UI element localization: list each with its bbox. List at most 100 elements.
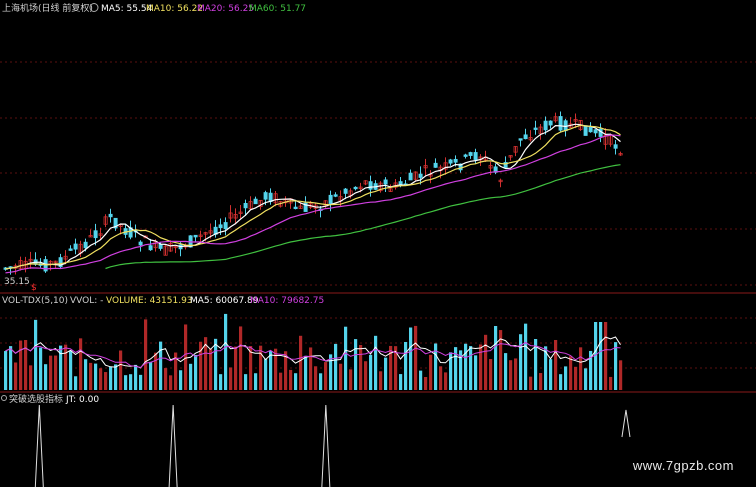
- volume-bar: [294, 373, 298, 390]
- candle-body: [223, 222, 228, 230]
- volume-bar: [439, 366, 443, 390]
- candle-body: [453, 158, 458, 163]
- volume-bar: [184, 324, 188, 390]
- ma20-label: MA20: 56.25: [197, 4, 254, 14]
- volume-bar: [339, 363, 343, 390]
- candle-body: [218, 224, 223, 229]
- volume-bar: [79, 338, 83, 390]
- volume-bar: [194, 354, 198, 390]
- vol-ma10-line: [5, 341, 621, 369]
- vvol-label: VVOL: -: [70, 296, 103, 306]
- volume-bar: [49, 355, 53, 390]
- volume-bar: [119, 350, 123, 390]
- volume-bar: [54, 355, 58, 390]
- volume-bar: [364, 361, 368, 390]
- volume-bar: [359, 344, 363, 390]
- candle-body: [243, 202, 248, 209]
- volume-bar: [569, 356, 573, 390]
- candle-body: [108, 213, 113, 218]
- price-pane-header: 上海机场(日线 前复权) MA5: 55.54 MA10: 56.22 MA20…: [2, 2, 306, 14]
- candle-body: [328, 194, 333, 204]
- volume-bar: [189, 363, 193, 390]
- volume-bar: [229, 367, 233, 390]
- volume-bar: [69, 350, 73, 390]
- signal-spike: [168, 404, 178, 487]
- ma20-line: [5, 134, 621, 274]
- volume-bar: [614, 342, 618, 390]
- volume-bar: [129, 374, 133, 390]
- volume-bar: [494, 326, 498, 390]
- kline-chart[interactable]: 上海机场(日线 前复权) MA5: 55.54 MA10: 56.22 MA20…: [0, 0, 756, 487]
- volume-bar: [134, 364, 138, 390]
- volume-bar: [14, 362, 18, 390]
- volume-bar: [279, 372, 283, 390]
- vol-title: VOL-TDX(5,10): [2, 296, 68, 306]
- vol-ma5-label: MA5: 60067.89: [190, 296, 259, 306]
- volume-bar: [124, 375, 128, 390]
- signal-spike: [321, 404, 331, 487]
- candle-body: [343, 188, 348, 194]
- volume-bar: [214, 338, 218, 390]
- candle-body: [548, 120, 553, 126]
- volume-bar: [509, 360, 513, 390]
- volume-bar: [379, 371, 383, 390]
- candle-body: [368, 181, 373, 190]
- ma5-label: MA5: 55.54: [101, 4, 153, 14]
- volume-label: VOLUME: 43151.93: [106, 296, 193, 306]
- candle-body: [583, 125, 588, 136]
- jt-label: JT: 0.00: [65, 395, 99, 405]
- volume-bar: [419, 370, 423, 390]
- candle-body: [353, 186, 358, 190]
- volume-bar: [34, 319, 38, 390]
- volume-bar: [169, 375, 173, 390]
- volume-bar: [369, 354, 373, 390]
- moving-average-lines: [5, 123, 621, 274]
- breakout-signals: [34, 404, 631, 487]
- volume-bar: [424, 377, 428, 390]
- volume-bar: [19, 340, 23, 390]
- volume-bar: [429, 354, 433, 390]
- volume-bar: [619, 360, 623, 390]
- volume-bar: [489, 359, 493, 390]
- volume-bar: [554, 339, 558, 390]
- volume-bar: [574, 366, 578, 390]
- candle-body: [543, 120, 548, 131]
- volume-bar: [404, 341, 408, 390]
- volume-bar: [244, 374, 248, 390]
- volume-bar: [314, 366, 318, 390]
- volume-bar: [564, 366, 568, 390]
- candle-body: [433, 162, 438, 168]
- candle-body: [93, 230, 98, 239]
- ma5-line: [5, 123, 621, 270]
- volume-bar: [579, 347, 583, 390]
- candle-body: [83, 241, 88, 249]
- candle-body: [408, 172, 413, 181]
- ma60-line: [105, 164, 621, 270]
- volume-bar: [604, 322, 608, 390]
- volume-bar: [374, 335, 378, 390]
- volume-bar: [469, 346, 473, 390]
- volume-bar: [479, 344, 483, 390]
- indicator-dot-icon: [1, 395, 7, 401]
- volume-bar: [89, 362, 93, 390]
- candle-body: [468, 152, 473, 156]
- volume-bar: [109, 366, 113, 390]
- candle-body: [148, 245, 153, 251]
- volume-bar: [344, 326, 348, 390]
- signal-spike: [621, 409, 631, 438]
- volume-bar: [504, 353, 508, 390]
- volume-bar: [514, 358, 518, 390]
- volume-bar: [464, 343, 468, 390]
- volume-bar: [349, 369, 353, 390]
- volume-bar: [259, 345, 263, 390]
- candle-body: [588, 126, 593, 133]
- volume-bar: [9, 346, 13, 390]
- volume-bar: [164, 368, 168, 390]
- indicator-title: 突破选股指标: [9, 393, 63, 405]
- volume-bar: [39, 347, 43, 390]
- volume-bars: [4, 313, 623, 390]
- volume-bar: [139, 374, 143, 390]
- volume-bar: [609, 376, 613, 390]
- volume-ma-lines: [5, 336, 621, 369]
- volume-bar: [234, 346, 238, 390]
